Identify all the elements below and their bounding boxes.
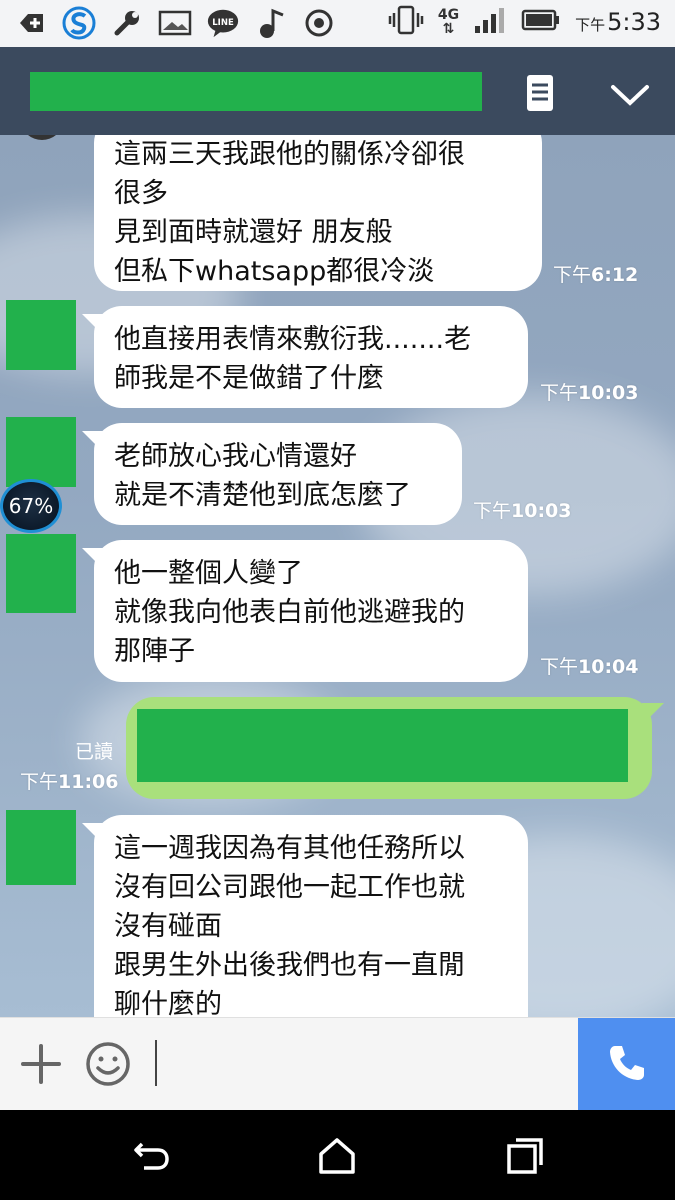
- home-icon[interactable]: [315, 1134, 359, 1178]
- image-icon: [158, 6, 192, 40]
- message-bubble[interactable]: 他直接用表情來敷衍我.......老 師我是不是做錯了什麼: [82, 306, 528, 408]
- battery-overlay: 67%: [0, 479, 62, 533]
- signal-icon: [473, 5, 507, 39]
- message-input-bar: [0, 1017, 675, 1111]
- message-time: 下午11:06: [20, 771, 119, 793]
- avatar[interactable]: [6, 300, 76, 370]
- message-time: 下午10:03: [540, 382, 639, 404]
- message-redacted: [137, 709, 628, 782]
- chat-title-redacted: [30, 72, 482, 111]
- vibrate-icon: [388, 4, 424, 40]
- network-label: 4G: [437, 7, 460, 23]
- message-time: 下午10:04: [540, 656, 639, 678]
- message-bubble[interactable]: 老師放心我心情還好 就是不清楚他到底怎麼了: [82, 423, 462, 525]
- message-bubble[interactable]: 這兩三天我跟他的關係冷卻很 很多 見到面時就還好 朋友般 但私下whatsapp…: [94, 135, 542, 291]
- line-app-icon: LINE: [206, 6, 240, 40]
- my-message-bubble[interactable]: [126, 697, 664, 799]
- back-icon[interactable]: [130, 1134, 174, 1178]
- avatar[interactable]: [6, 534, 76, 613]
- music-icon: [254, 6, 288, 40]
- plus-icon[interactable]: [20, 1043, 62, 1085]
- avatar[interactable]: [6, 417, 76, 487]
- call-button[interactable]: [578, 1018, 675, 1111]
- status-bar: LINE 4G ⇅ 下午5:33: [0, 0, 675, 47]
- clock: 下午5:33: [575, 8, 661, 36]
- emoji-icon[interactable]: [84, 1040, 132, 1088]
- chat-area[interactable]: 這兩三天我跟他的關係冷卻很 很多 見到面時就還好 朋友般 但私下whatsapp…: [0, 135, 675, 1017]
- message-bubble[interactable]: 這一週我因為有其他任務所以 沒有回公司跟他一起工作也就 沒有碰面 跟男生外出後我…: [82, 815, 528, 1017]
- read-receipt: 已讀: [75, 741, 114, 763]
- message-time: 下午6:12: [553, 264, 639, 286]
- battery-icon: [521, 8, 561, 36]
- message-bubble[interactable]: 他一整個人變了 就像我向他表白前他逃避我的 那陣子: [82, 540, 528, 682]
- system-nav-bar: [0, 1110, 675, 1200]
- recent-apps-icon[interactable]: [503, 1134, 547, 1178]
- network-4g-icon: 4G ⇅: [437, 7, 460, 37]
- chevron-down-icon[interactable]: [605, 75, 655, 115]
- s-app-icon: [62, 6, 96, 40]
- message-time: 下午10:03: [473, 500, 572, 522]
- wrench-icon: [110, 6, 144, 40]
- chat-header: [0, 47, 675, 135]
- svg-text:LINE: LINE: [212, 18, 234, 28]
- avatar[interactable]: [6, 810, 76, 885]
- notes-icon[interactable]: [520, 73, 560, 113]
- text-input[interactable]: [155, 1040, 157, 1086]
- phone-icon: [606, 1042, 648, 1088]
- avatar[interactable]: [22, 135, 62, 140]
- record-icon: [302, 6, 336, 40]
- add-icon: [14, 6, 48, 40]
